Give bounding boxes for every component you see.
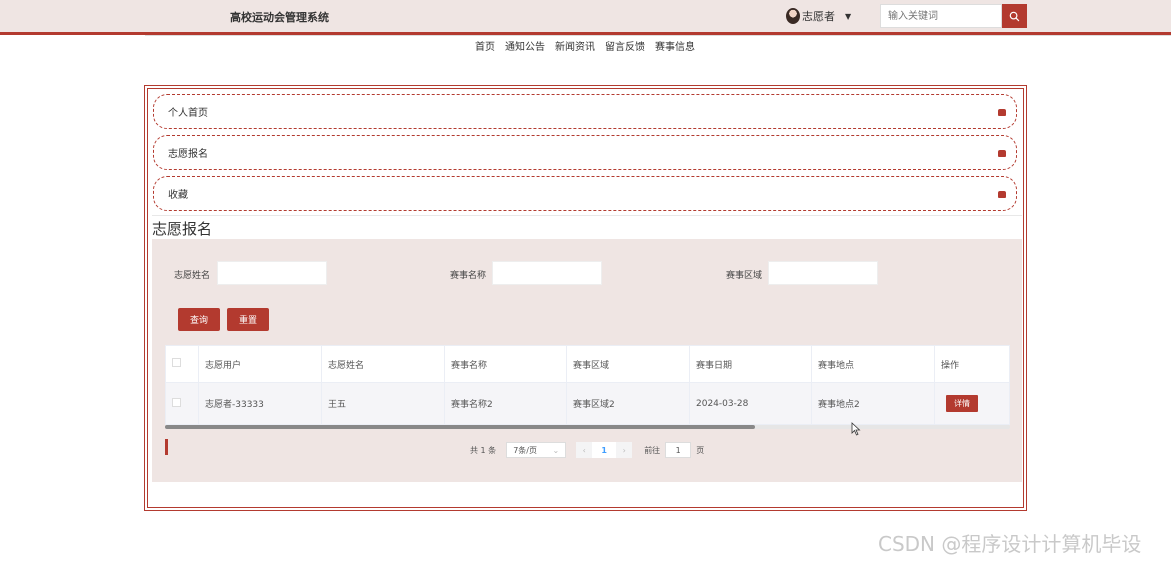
page-size-select[interactable]: 7条/页 ⌄: [506, 442, 567, 458]
divider: [152, 215, 1022, 216]
event-area-input[interactable]: [768, 261, 878, 285]
col-header-action: 操作: [934, 345, 1010, 383]
chevron-down-icon: ⌄: [552, 445, 560, 455]
header-subline: [145, 35, 1171, 36]
search-icon: [1009, 11, 1020, 21]
select-all-cell: [165, 345, 199, 383]
user-menu[interactable]: 志愿者 ▼: [786, 7, 851, 25]
cell-name: 王五: [321, 382, 445, 425]
next-page-button[interactable]: ›: [616, 442, 633, 458]
total-count: 共 1 条: [470, 445, 497, 455]
cell-event: 赛事名称2: [444, 382, 567, 425]
page-number-current[interactable]: 1: [592, 442, 617, 458]
page-suffix: 页: [696, 445, 705, 455]
col-header-name: 志愿姓名: [321, 345, 445, 383]
home-icon: [998, 150, 1006, 157]
row-checkbox[interactable]: [172, 397, 181, 407]
col-header-event: 赛事名称: [444, 345, 567, 383]
horizontal-scrollbar-thumb[interactable]: [165, 425, 755, 429]
event-name-input[interactable]: [492, 261, 602, 285]
cell-area: 赛事区域2: [566, 382, 690, 425]
table-header-row: 志愿用户 志愿姓名 赛事名称 赛事区域 赛事日期 赛事地点 操作: [165, 345, 1010, 383]
col-header-area: 赛事区域: [566, 345, 690, 383]
chevron-right-icon: ›: [622, 445, 626, 455]
col-header-place: 赛事地点: [811, 345, 935, 383]
select-all-checkbox[interactable]: [172, 358, 181, 367]
detail-button[interactable]: 详情: [946, 395, 978, 412]
page-size-value: 7条/页: [513, 445, 537, 455]
avatar: [786, 8, 800, 24]
volunteer-name-input[interactable]: [217, 261, 327, 285]
cell-place: 赛事地点2: [811, 382, 935, 425]
accent-marker: [165, 439, 168, 455]
chevron-left-icon: ‹: [582, 445, 586, 455]
home-icon: [998, 191, 1006, 198]
caret-down-icon: ▼: [845, 11, 852, 21]
user-name: 志愿者: [802, 10, 835, 23]
cell-action: 详情: [934, 382, 1010, 425]
col-header-user: 志愿用户: [198, 345, 322, 383]
search-box: [880, 4, 1027, 28]
menu-item-favorites[interactable]: 收藏: [153, 176, 1017, 211]
col-header-date: 赛事日期: [689, 345, 812, 383]
cell-user: 志愿者-33333: [198, 382, 322, 425]
search-button[interactable]: [1002, 4, 1027, 28]
watermark: CSDN @程序设计计算机毕设: [878, 532, 1142, 556]
cell-date: 2024-03-28: [689, 382, 812, 425]
filter-label-event-area: 赛事区域: [726, 271, 763, 281]
search-input[interactable]: [880, 4, 1002, 28]
reset-button[interactable]: 重置: [227, 308, 269, 331]
nav-news[interactable]: 新闻资讯: [555, 38, 595, 53]
signup-table: 志愿用户 志愿姓名 赛事名称 赛事区域 赛事日期 赛事地点 操作 志愿者-333…: [165, 345, 1010, 425]
mouse-cursor-icon: [851, 422, 861, 436]
prev-page-button[interactable]: ‹: [576, 442, 593, 458]
menu-item-profile[interactable]: 个人首页: [153, 94, 1017, 129]
menu-item-label: 个人首页: [168, 108, 208, 119]
home-icon: [998, 109, 1006, 116]
nav-home[interactable]: 首页: [475, 38, 495, 53]
filter-label-event-name: 赛事名称: [450, 271, 487, 281]
nav-notice[interactable]: 通知公告: [505, 38, 545, 53]
pagination: 共 1 条 7条/页 ⌄ ‹ 1 › 前往 1 页: [470, 442, 704, 458]
filter-label-volunteer-name: 志愿姓名: [174, 271, 211, 281]
nav-events[interactable]: 赛事信息: [655, 38, 695, 53]
site-title: 高校运动会管理系统: [230, 11, 329, 24]
goto-label: 前往: [644, 445, 661, 455]
table-row: 志愿者-33333 王五 赛事名称2 赛事区域2 2024-03-28 赛事地点…: [165, 382, 1010, 425]
menu-item-label: 志愿报名: [168, 149, 208, 160]
row-select-cell: [165, 382, 199, 425]
main-nav: 首页 通知公告 新闻资讯 留言反馈 赛事信息: [475, 38, 695, 53]
nav-feedback[interactable]: 留言反馈: [605, 38, 645, 53]
menu-item-label: 收藏: [168, 190, 188, 201]
menu-item-volunteer-signup[interactable]: 志愿报名: [153, 135, 1017, 170]
goto-page-input[interactable]: 1: [665, 442, 692, 458]
query-button[interactable]: 查询: [178, 308, 220, 331]
section-title: 志愿报名: [152, 220, 213, 238]
